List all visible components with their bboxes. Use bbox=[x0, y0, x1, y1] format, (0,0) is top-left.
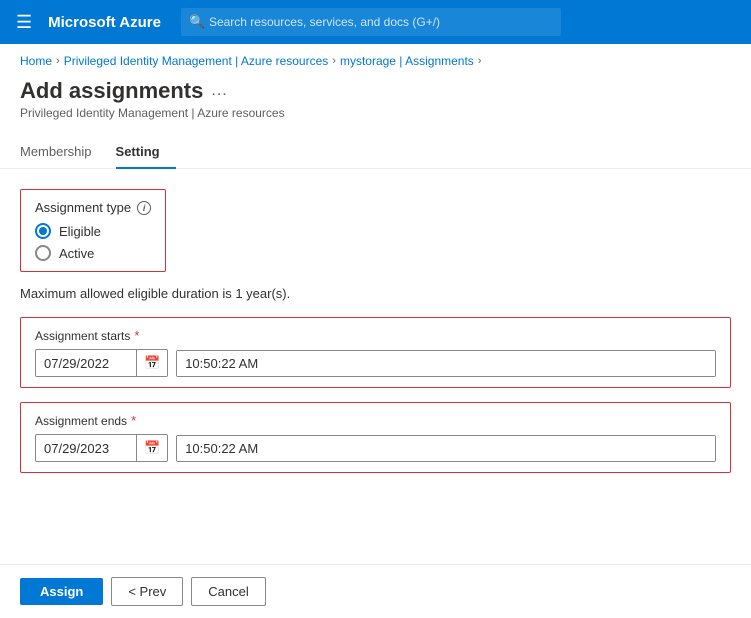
breadcrumb-sep-1: › bbox=[56, 55, 60, 67]
search-input[interactable] bbox=[181, 8, 561, 36]
radio-active-circle bbox=[35, 245, 51, 261]
breadcrumb: Home › Privileged Identity Management | … bbox=[0, 44, 751, 74]
assignment-starts-date-input[interactable] bbox=[36, 351, 136, 376]
assignment-type-info-icon[interactable]: i bbox=[137, 201, 151, 215]
page-subtitle: Privileged Identity Management | Azure r… bbox=[20, 106, 731, 120]
search-wrapper: 🔍 bbox=[181, 8, 561, 36]
assignment-type-label: Assignment type i bbox=[35, 200, 151, 215]
page-title-row: Add assignments ... bbox=[20, 78, 731, 104]
brand-name: Microsoft Azure bbox=[48, 14, 161, 31]
assignment-starts-required: * bbox=[134, 328, 139, 343]
assignment-ends-date-input[interactable] bbox=[36, 436, 136, 461]
assignment-ends-time-input[interactable] bbox=[177, 436, 715, 461]
top-nav: ☰ Microsoft Azure 🔍 bbox=[0, 0, 751, 44]
footer: Assign < Prev Cancel bbox=[0, 564, 751, 618]
assign-button[interactable]: Assign bbox=[20, 578, 103, 605]
assignment-starts-row: 📅 bbox=[35, 349, 716, 377]
assignment-starts-group: Assignment starts * 📅 bbox=[20, 317, 731, 388]
assignment-starts-calendar-btn[interactable]: 📅 bbox=[136, 350, 167, 376]
breadcrumb-pim[interactable]: Privileged Identity Management | Azure r… bbox=[64, 54, 329, 68]
breadcrumb-sep-2: › bbox=[332, 55, 336, 67]
assignment-ends-text: Assignment ends bbox=[35, 414, 127, 428]
cancel-button[interactable]: Cancel bbox=[191, 577, 265, 606]
page-header: Add assignments ... Privileged Identity … bbox=[0, 74, 751, 128]
assignment-starts-date-wrapper: 📅 bbox=[35, 349, 168, 377]
assignment-ends-group: Assignment ends * 📅 bbox=[20, 402, 731, 473]
assignment-ends-required: * bbox=[131, 413, 136, 428]
tab-setting[interactable]: Setting bbox=[116, 136, 176, 169]
assignment-type-box: Assignment type i Eligible Active bbox=[20, 189, 166, 272]
assignment-ends-time-wrapper bbox=[176, 435, 716, 462]
assignment-ends-row: 📅 bbox=[35, 434, 716, 462]
tab-membership[interactable]: Membership bbox=[20, 136, 108, 169]
assignment-starts-text: Assignment starts bbox=[35, 329, 130, 343]
page-options-icon[interactable]: ... bbox=[211, 82, 227, 100]
radio-eligible-circle bbox=[35, 223, 51, 239]
main-container: Home › Privileged Identity Management | … bbox=[0, 44, 751, 618]
content-area: Assignment type i Eligible Active Maximu… bbox=[0, 169, 751, 564]
breadcrumb-home[interactable]: Home bbox=[20, 54, 52, 68]
assignment-ends-label: Assignment ends * bbox=[35, 413, 716, 428]
prev-button[interactable]: < Prev bbox=[111, 577, 183, 606]
assignment-ends-date-wrapper: 📅 bbox=[35, 434, 168, 462]
hamburger-icon[interactable]: ☰ bbox=[12, 8, 36, 37]
radio-eligible[interactable]: Eligible bbox=[35, 223, 151, 239]
assignment-starts-time-wrapper bbox=[176, 350, 716, 377]
assignment-type-text: Assignment type bbox=[35, 200, 131, 215]
radio-active[interactable]: Active bbox=[35, 245, 151, 261]
breadcrumb-sep-3: › bbox=[478, 55, 482, 67]
radio-active-label: Active bbox=[59, 246, 94, 261]
eligible-duration-info: Maximum allowed eligible duration is 1 y… bbox=[20, 286, 731, 301]
radio-eligible-label: Eligible bbox=[59, 224, 101, 239]
assignment-starts-label: Assignment starts * bbox=[35, 328, 716, 343]
breadcrumb-storage[interactable]: mystorage | Assignments bbox=[340, 54, 474, 68]
page-title: Add assignments bbox=[20, 78, 203, 104]
assignment-starts-time-input[interactable] bbox=[177, 351, 715, 376]
assignment-ends-calendar-btn[interactable]: 📅 bbox=[136, 435, 167, 461]
tabs: Membership Setting bbox=[0, 136, 751, 169]
